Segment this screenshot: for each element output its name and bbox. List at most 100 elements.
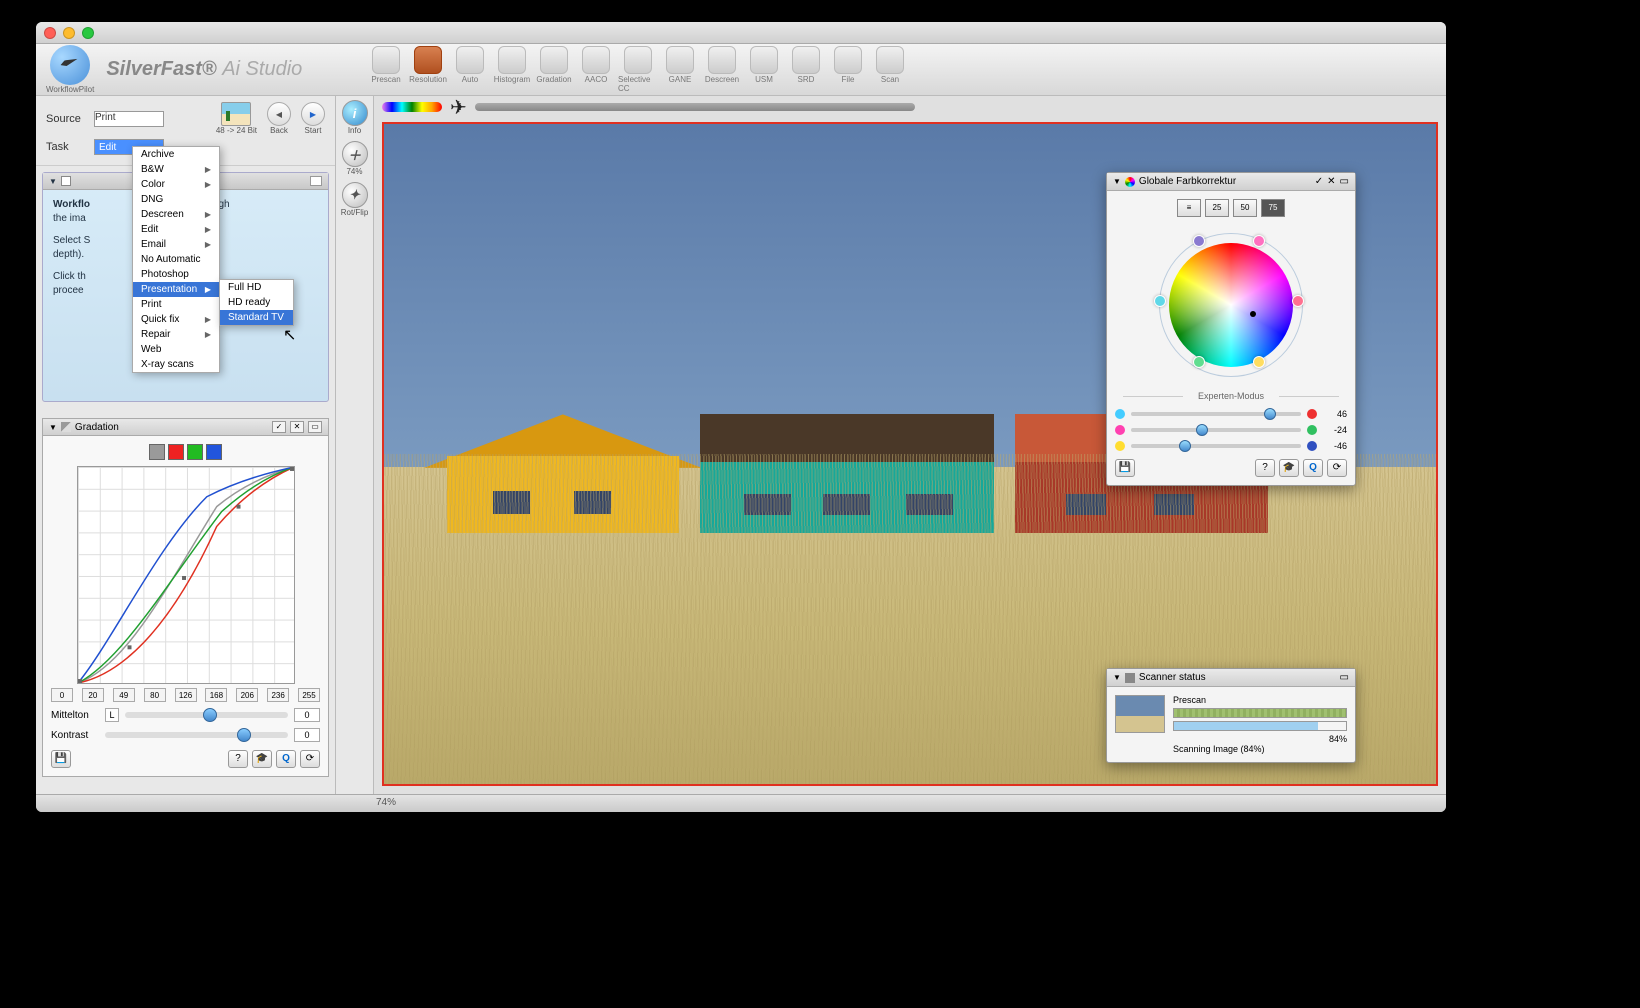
menu-item-descreen[interactable]: Descreen▶: [133, 207, 219, 222]
info-tool[interactable]: iInfo: [342, 100, 368, 135]
channel-swatch-3[interactable]: [206, 444, 222, 460]
tick-49[interactable]: 49: [113, 688, 135, 702]
gcc-check-button[interactable]: ✓: [1315, 176, 1323, 187]
scanning-label: Scanning Image (84%): [1173, 744, 1347, 754]
scanner-status-panel[interactable]: ▼ Scanner status ▭ Prescan 84% Scanning …: [1106, 668, 1356, 763]
cc-slider-2[interactable]: [1131, 444, 1301, 448]
color-wheel[interactable]: [1151, 225, 1311, 385]
submenu-item-standard-tv[interactable]: Standard TV: [220, 310, 293, 325]
preset-25[interactable]: 25: [1205, 199, 1229, 217]
tool-file[interactable]: File: [828, 46, 868, 93]
menu-item-color[interactable]: Color▶: [133, 177, 219, 192]
menu-item-presentation[interactable]: Presentation▶: [133, 282, 219, 297]
save-preset-button[interactable]: 💾: [51, 750, 71, 768]
tool-histogram[interactable]: Histogram: [492, 46, 532, 93]
channel-swatch-0[interactable]: [149, 444, 165, 460]
gradation-title: Gradation: [75, 422, 119, 433]
wheel-handle-0[interactable]: [1193, 235, 1205, 247]
tool-gradation[interactable]: Gradation: [534, 46, 574, 93]
tool-prescan[interactable]: Prescan: [366, 46, 406, 93]
check-button[interactable]: ✓: [272, 421, 286, 433]
close-icon[interactable]: [44, 27, 56, 39]
descreen-icon: [708, 46, 736, 74]
minimize-icon[interactable]: [63, 27, 75, 39]
menu-item-photoshop[interactable]: Photoshop: [133, 267, 219, 282]
source-select[interactable]: Print: [94, 111, 164, 127]
gcc-reset-button[interactable]: ⟳: [1327, 459, 1347, 477]
wheel-handle-1[interactable]: [1253, 235, 1265, 247]
auto-icon: [456, 46, 484, 74]
gcc-close-button[interactable]: ✕: [1327, 176, 1335, 187]
tool-gane[interactable]: GANE: [660, 46, 700, 93]
presentation-submenu[interactable]: Full HDHD readyStandard TV: [219, 279, 294, 326]
kontrast-slider[interactable]: [105, 732, 288, 738]
timeline-track[interactable]: [475, 103, 915, 111]
tick-168[interactable]: 168: [205, 688, 227, 702]
zoom-readout: 74%: [376, 797, 396, 808]
tick-80[interactable]: 80: [144, 688, 166, 702]
menu-item-dng[interactable]: DNG: [133, 192, 219, 207]
tool-aaco[interactable]: AACO: [576, 46, 616, 93]
gcc-help-button[interactable]: ?: [1255, 459, 1275, 477]
gcc-quicktime-button[interactable]: Q: [1303, 459, 1323, 477]
wheel-handle-4[interactable]: [1193, 356, 1205, 368]
tick-20[interactable]: 20: [82, 688, 104, 702]
global-cc-panel[interactable]: ▼ Globale Farbkorrektur ✓ ✕ ▭ ≡255075 Ex…: [1106, 172, 1356, 486]
menu-item-repair[interactable]: Repair▶: [133, 327, 219, 342]
submenu-item-hd-ready[interactable]: HD ready: [220, 295, 293, 310]
rotflip-tool[interactable]: ✦Rot/Flip: [341, 182, 369, 217]
menu-item-archive[interactable]: Archive: [133, 147, 219, 162]
channel-swatch-1[interactable]: [168, 444, 184, 460]
tool-resolution[interactable]: Resolution: [408, 46, 448, 93]
tool-selective-cc[interactable]: Selective CC: [618, 46, 658, 93]
workflowpilot-logo-icon[interactable]: [50, 45, 90, 85]
zoom-tool[interactable]: ＋74%: [342, 141, 368, 176]
submenu-item-full-hd[interactable]: Full HD: [220, 280, 293, 295]
plane-icon[interactable]: ✈: [450, 96, 467, 120]
back-button[interactable]: ◀ Back: [267, 102, 291, 135]
tick-126[interactable]: 126: [175, 688, 197, 702]
tick-206[interactable]: 206: [236, 688, 258, 702]
menu-item-no-automatic[interactable]: No Automatic: [133, 252, 219, 267]
file-icon: [834, 46, 862, 74]
menu-item-x-ray-scans[interactable]: X-ray scans: [133, 357, 219, 372]
help-button[interactable]: ?: [228, 750, 248, 768]
gcc-save-button[interactable]: 💾: [1115, 459, 1135, 477]
tool-scan[interactable]: Scan: [870, 46, 910, 93]
kontrast-value[interactable]: 0: [294, 728, 320, 742]
mittelton-slider[interactable]: [125, 712, 288, 718]
mittelton-channel[interactable]: L: [105, 708, 119, 722]
tool-descreen[interactable]: Descreen: [702, 46, 742, 93]
menu-item-web[interactable]: Web: [133, 342, 219, 357]
tool-auto[interactable]: Auto: [450, 46, 490, 93]
preset-list[interactable]: ≡: [1177, 199, 1201, 217]
expert-button[interactable]: 🎓: [252, 750, 272, 768]
cc-slider-0[interactable]: [1131, 412, 1301, 416]
expand-button[interactable]: ▭: [308, 421, 322, 433]
tick-0[interactable]: 0: [51, 688, 73, 702]
reset-button[interactable]: ⟳: [300, 750, 320, 768]
menu-item-quick-fix[interactable]: Quick fix▶: [133, 312, 219, 327]
menu-item-edit[interactable]: Edit▶: [133, 222, 219, 237]
menu-item-email[interactable]: Email▶: [133, 237, 219, 252]
channel-swatch-2[interactable]: [187, 444, 203, 460]
zoom-icon[interactable]: [82, 27, 94, 39]
preset-75[interactable]: 75: [1261, 199, 1285, 217]
gradation-curve[interactable]: [77, 466, 295, 684]
quicktime-button[interactable]: Q: [276, 750, 296, 768]
mittelton-value[interactable]: 0: [294, 708, 320, 722]
close-button[interactable]: ✕: [290, 421, 304, 433]
tool-srd[interactable]: SRD: [786, 46, 826, 93]
menu-item-print[interactable]: Print: [133, 297, 219, 312]
tick-236[interactable]: 236: [267, 688, 289, 702]
status-expand-button[interactable]: ▭: [1340, 672, 1349, 683]
cc-slider-1[interactable]: [1131, 428, 1301, 432]
start-button[interactable]: ▶ Start: [301, 102, 325, 135]
preset-50[interactable]: 50: [1233, 199, 1257, 217]
menu-item-b-w[interactable]: B&W▶: [133, 162, 219, 177]
gcc-expert-button[interactable]: 🎓: [1279, 459, 1299, 477]
tick-255[interactable]: 255: [298, 688, 320, 702]
tool-usm[interactable]: USM: [744, 46, 784, 93]
gcc-expand-button[interactable]: ▭: [1340, 176, 1349, 187]
task-dropdown[interactable]: ArchiveB&W▶Color▶DNGDescreen▶Edit▶Email▶…: [132, 146, 220, 373]
